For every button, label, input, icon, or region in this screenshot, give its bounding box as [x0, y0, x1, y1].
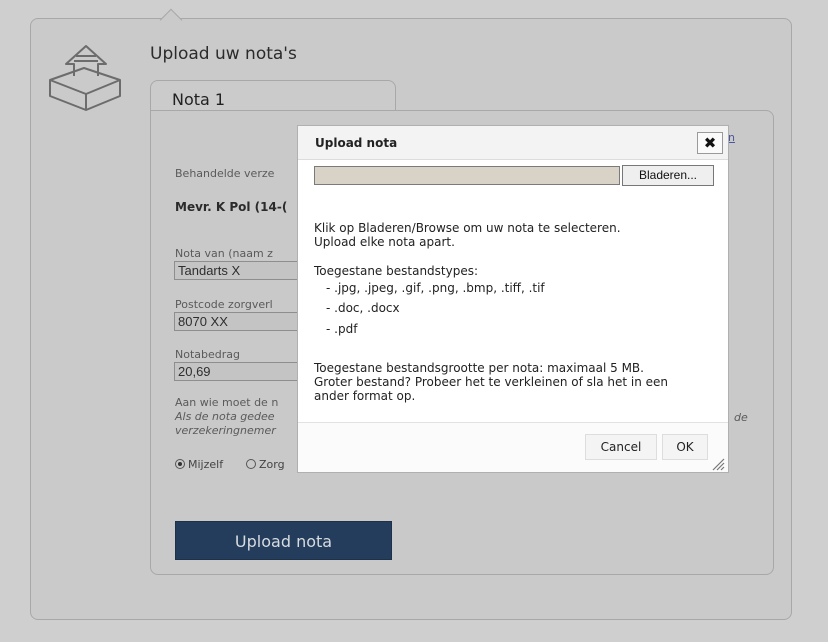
browse-button[interactable]: Bladeren...: [622, 165, 714, 186]
upload-nota-button[interactable]: Upload nota: [175, 521, 392, 560]
instruction-line-2: Upload elke nota apart.: [314, 235, 455, 249]
insured-value: Mevr. K Pol (14-(: [175, 200, 288, 214]
radio-other-dot[interactable]: [246, 459, 256, 469]
upload-dialog: Upload nota ✖ Bladeren... Klik op Blader…: [297, 125, 729, 473]
dialog-title: Upload nota: [315, 136, 398, 150]
radio-other-label: Zorg: [259, 458, 285, 471]
page-title: Upload uw nota's: [150, 44, 297, 64]
close-icon[interactable]: ✖: [697, 132, 723, 154]
radio-self-label: Mijzelf: [188, 458, 224, 471]
size-line-2: Groter bestand? Probeer het te verkleine…: [314, 375, 669, 389]
radio-other[interactable]: Zorg: [246, 458, 285, 471]
nota-from-label: Nota van (naam z: [175, 247, 273, 260]
type-item: - .pdf: [326, 322, 358, 336]
type-item: - .jpg, .jpeg, .gif, .png, .bmp, .tiff, …: [326, 281, 545, 295]
help-link[interactable]: n: [728, 131, 735, 144]
size-line-3: ander format op.: [314, 389, 416, 403]
radio-self[interactable]: Mijzelf: [175, 458, 223, 471]
tab-label: Nota 1: [172, 90, 226, 109]
ok-button[interactable]: OK: [662, 434, 708, 460]
cancel-button[interactable]: Cancel: [585, 434, 657, 460]
size-line-1: Toegestane bestandsgrootte per nota: max…: [314, 361, 644, 375]
postcode-label: Postcode zorgverl: [175, 298, 273, 311]
upload-box-icon: [49, 45, 121, 111]
payee-label: Aan wie moet de n: [175, 396, 279, 409]
radio-self-dot[interactable]: [175, 459, 185, 469]
payee-note-2: verzekeringnemer: [175, 424, 276, 437]
payee-note-1: Als de nota gedee: [175, 410, 275, 423]
payee-note-right: de: [734, 411, 748, 424]
types-heading: Toegestane bestandstypes:: [314, 264, 479, 278]
amount-label: Notabedrag: [175, 348, 240, 361]
type-item: - .doc, .docx: [326, 301, 400, 315]
file-path-input[interactable]: [314, 166, 620, 185]
insured-label: Behandelde verze: [175, 167, 275, 180]
instruction-line-1: Klik op Bladeren/Browse om uw nota te se…: [314, 221, 621, 235]
resize-grip-icon[interactable]: [711, 457, 725, 471]
